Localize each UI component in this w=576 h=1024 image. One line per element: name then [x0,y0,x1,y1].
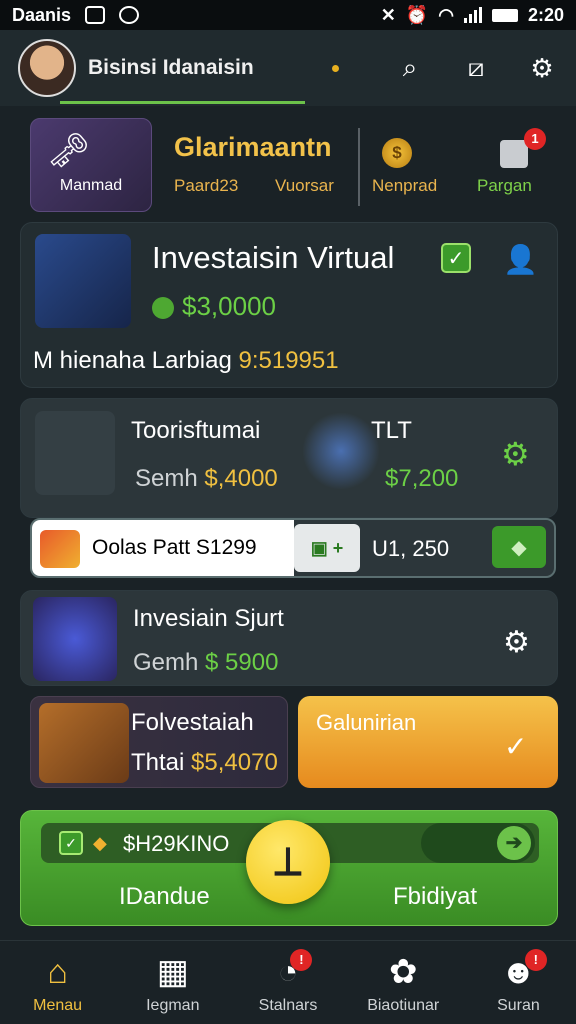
app-header: Bisinsi Idanaisin ⌕ ⧄ ⚙ [0,30,576,106]
gear-icon[interactable]: ⚙ [526,52,558,84]
gear-icon[interactable]: ⚙ [501,435,530,473]
card-title: Toorisftumai [131,417,261,444]
divider [358,128,360,206]
tab-stats[interactable]: ◔ ! Stalnars [230,941,345,1024]
tab-label: Menau [33,996,83,1014]
edit-icon[interactable]: ⧄ [460,52,492,84]
folio-card[interactable]: Folvestaiah Thtai $5,4070 [30,696,288,788]
alarm-icon [119,6,140,24]
check-icon[interactable]: ✓ [441,243,471,273]
offer-value: U1, 250 [372,536,450,561]
left-action[interactable]: IDandue [119,883,210,911]
key-icon: 🗝 [47,132,91,170]
go-toggle[interactable]: ➔ [421,823,535,863]
card-sub: Gemh $ 5900 [133,649,279,676]
stats-badge: ! [290,949,313,971]
add-button[interactable]: ▣ + [294,524,360,572]
card-tag: TLT [371,417,412,444]
card-note: M hienaha Larbiag 9:519951 [33,347,339,374]
gold-coin-icon [35,411,115,495]
tab-label: Suran [497,996,540,1014]
app-title: Bisinsi Idanaisin [88,56,254,79]
status-dot [331,64,339,72]
search-icon[interactable]: ⌕ [394,52,426,84]
clock-icon: ⏰ [405,4,429,25]
bag-label[interactable]: Pargan [477,176,532,196]
battery-icon [491,8,518,22]
tourism-card[interactable]: Toorisftumai Semh $,4000 TLT $7,200 ⚙ [20,398,558,518]
card-amount: $3,0000 [152,291,276,322]
profile-badge: ! [524,949,547,971]
tab-label: Biaotiunar [367,996,440,1014]
bonus-code: $H29KINO [123,831,230,856]
tab-profile[interactable]: ☻ ! Suran [461,941,576,1024]
card-title: Folvestaiah [131,709,254,736]
tab-label: Stalnars [258,996,318,1014]
dollar-icon [152,297,174,320]
header-underline [60,101,305,104]
calendar-icon: ▦ [156,952,189,991]
card-amount: $7,200 [385,465,459,492]
home-icon: ⌂ [47,952,68,991]
tab-label: Iegman [146,996,200,1014]
card-title: Invesiain Sjurt [133,605,284,632]
tab-puzzle[interactable]: ✿ Biaotiunar [346,941,461,1024]
card-title: Investaisin Virtual [152,240,395,275]
puzzle-icon: ✿ [388,952,418,991]
phone-illustration-icon [35,234,131,328]
bag-icon[interactable] [500,140,528,168]
feature-sub-1[interactable]: Paard23 [174,176,238,196]
offer-panel: Oolas Patt S1299 [32,520,294,576]
gem-icon: ◆ [93,833,107,853]
diamond-icon[interactable]: ◆ [492,526,546,568]
tab-calendar[interactable]: ▦ Iegman [115,941,230,1024]
offer-text: Oolas Patt S1299 [92,536,257,559]
cash-box-icon [39,703,129,783]
right-action[interactable]: Fbidiyat [393,883,477,911]
check-badge-icon[interactable]: ✓ [504,730,527,763]
carrier-label: Daanis [12,4,72,25]
server-icon [301,413,381,489]
card-sub: Semh $,4000 [135,465,278,492]
wifi-icon: ◠ [438,4,454,25]
check-icon[interactable]: ✓ [59,831,83,855]
avatar[interactable] [18,39,76,97]
signal-icon [463,7,482,23]
tab-home[interactable]: ⌂ Menau [0,941,115,1024]
feature-title: Glarimaantn [174,132,332,162]
notification-icon [85,6,106,24]
mute-icon: ✕ [380,4,396,25]
arrow-right-icon[interactable]: ➔ [497,826,531,860]
card-title: Galunirian [316,710,417,735]
bag-badge: 1 [524,128,546,150]
box-icon [40,530,80,568]
feature-tile[interactable]: 🗝 Manmad [30,118,152,212]
investment-sprint-card[interactable]: Invesiain Sjurt Gemh $ 5900 ⚙ [20,590,558,686]
clock-time: 2:20 [527,4,564,25]
lightning-fab[interactable]: ⟂ [246,820,330,904]
offer-bar[interactable]: Oolas Patt S1299 ▣ + U1, 250 ◆ [30,518,556,578]
coin-label[interactable]: Nenprad [372,176,437,196]
coin-icon[interactable]: $ [382,138,412,168]
bottom-nav: ⌂ Menau ▦ Iegman ◔ ! Stalnars ✿ Biaotiun… [0,940,576,1024]
card-sub: Thtai $5,4070 [131,749,278,776]
feature-sub-2[interactable]: Vuorsar [275,176,334,196]
virtual-investment-card[interactable]: Investaisin Virtual ✓ 👤 $3,0000 M hienah… [20,222,558,388]
user-icon[interactable]: 👤 [503,243,538,276]
feature-tile-label: Manmad [59,177,123,194]
gear-icon[interactable]: ⚙ [503,625,530,660]
gallery-card[interactable]: Galunirian ✓ [298,696,558,788]
status-bar: Daanis ✕ ⏰ ◠ 2:20 [0,0,576,30]
card-hand-icon [33,597,117,681]
